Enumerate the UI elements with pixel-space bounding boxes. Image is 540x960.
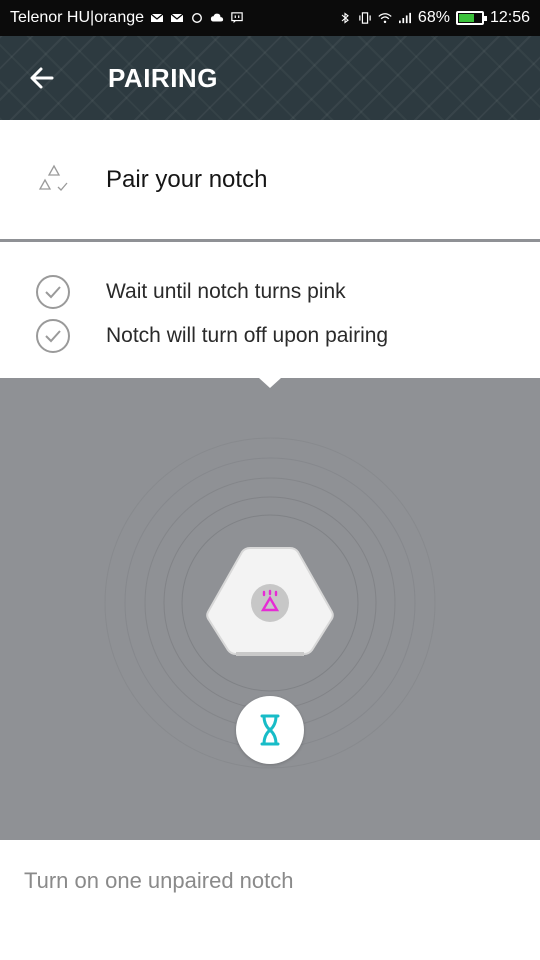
bluetooth-icon — [341, 12, 349, 24]
check-circle-icon — [36, 319, 70, 353]
battery-percent: 68% — [417, 9, 450, 26]
list-item: Notch will turn off upon pairing — [0, 314, 540, 358]
check-circle-icon — [36, 275, 70, 309]
pair-triangles-icon — [38, 164, 68, 191]
instruction-text: Notch will turn off upon pairing — [106, 324, 389, 347]
app-bar: PAIRING — [0, 36, 540, 120]
arrow-left-icon — [30, 67, 54, 89]
battery-icon — [455, 11, 487, 25]
instruction-text: Wait until notch turns pink — [106, 280, 346, 303]
pair-header: Pair your notch — [0, 120, 540, 242]
signal-icon — [398, 12, 411, 24]
page-title: PAIRING — [108, 62, 218, 93]
chat-icon — [231, 12, 243, 24]
mail-icon — [150, 13, 164, 22]
cloud-icon — [210, 13, 224, 22]
vibrate-icon — [359, 12, 371, 24]
mail-icon — [170, 13, 184, 22]
back-button[interactable] — [0, 36, 84, 120]
list-item: Wait until notch turns pink — [0, 270, 540, 314]
hourglass-icon — [260, 714, 280, 746]
footer-instruction: Turn on one unpaired notch — [24, 868, 294, 893]
pairing-illustration — [0, 378, 540, 840]
clock: 12:56 — [489, 9, 530, 26]
footer: Turn on one unpaired notch — [0, 840, 540, 960]
notch-device-icon — [206, 547, 334, 656]
carrier-label: Telenor HU|orange — [10, 9, 145, 26]
pairing-status-button[interactable] — [236, 696, 304, 764]
caret-pointer — [259, 378, 281, 388]
instructions-list: Wait until notch turns pink Notch will t… — [0, 270, 540, 358]
wifi-icon — [378, 13, 392, 24]
sync-icon — [192, 13, 202, 23]
status-bar: Telenor HU|orange 68% 12:56 — [0, 0, 540, 36]
section-title: Pair your notch — [106, 165, 268, 193]
